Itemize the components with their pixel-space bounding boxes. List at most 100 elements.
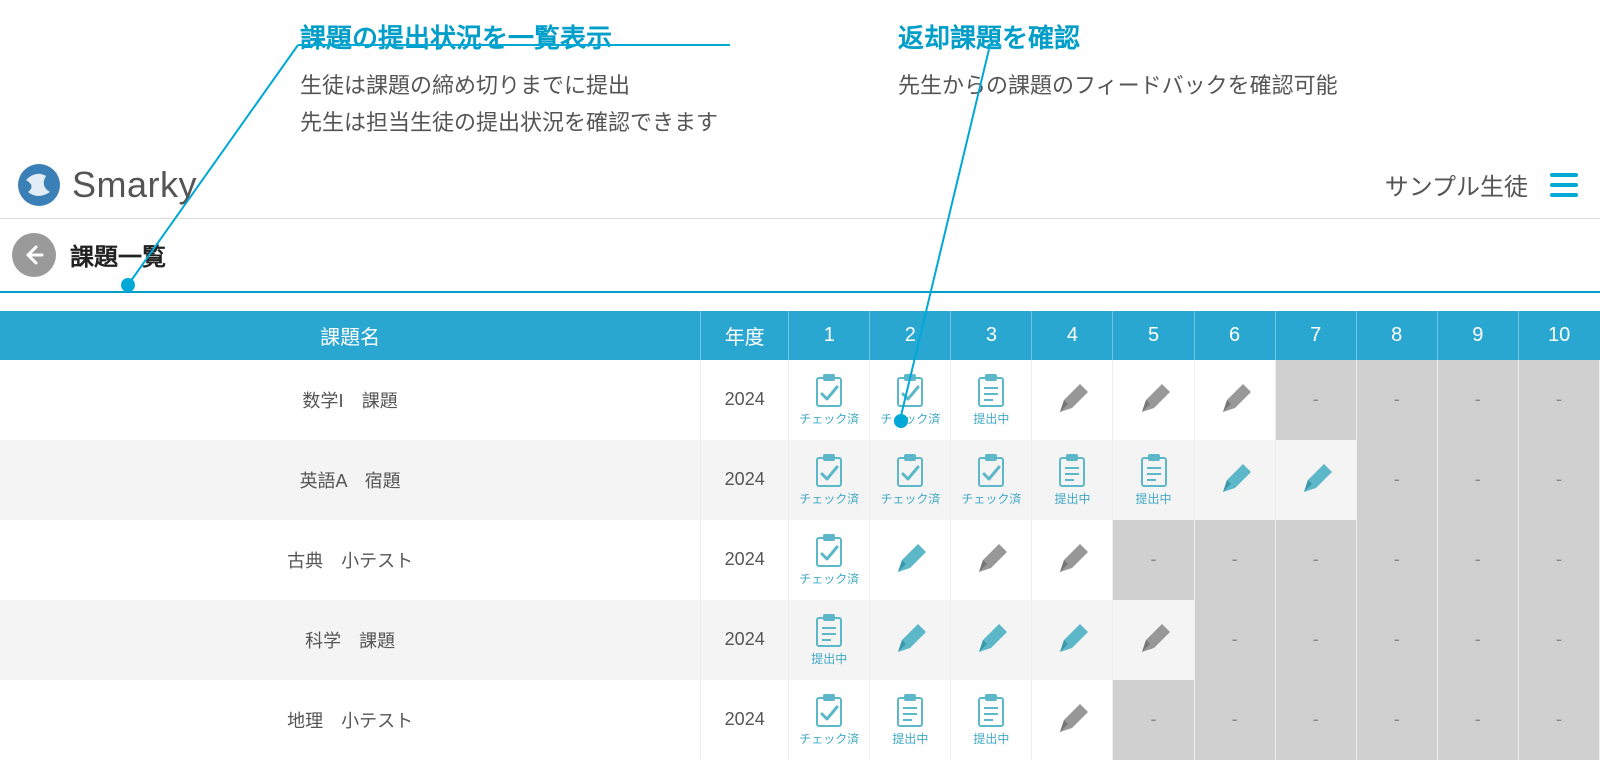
status-submitting-icon[interactable]: 提出中	[955, 372, 1027, 427]
status-label: チェック済	[799, 490, 859, 507]
status-checked-icon[interactable]: チェック済	[874, 452, 946, 507]
status-cell[interactable]: 提出中	[1032, 440, 1113, 520]
status-cell[interactable]	[1194, 440, 1275, 520]
annotation-right: 返却課題を確認 先生からの課題のフィードバックを確認可能	[898, 18, 1338, 142]
col-header-year: 年度	[701, 311, 789, 360]
status-cell[interactable]	[870, 600, 951, 680]
status-submitting-icon[interactable]: 提出中	[874, 692, 946, 747]
status-cell[interactable]	[870, 520, 951, 600]
app-header: Smarky サンプル生徒	[0, 152, 1600, 219]
page-bar: 課題一覧	[0, 219, 1600, 293]
edit-pencil-disabled-icon[interactable]	[1117, 382, 1189, 418]
annotations: 課題の提出状況を一覧表示 生徒は課題の締め切りまでに提出 先生は担当生徒の提出状…	[0, 0, 1600, 152]
status-cell[interactable]	[1275, 440, 1356, 520]
col-header-1: 1	[789, 311, 870, 360]
assignment-year: 2024	[701, 360, 789, 440]
status-cell: -	[1275, 680, 1356, 760]
back-button[interactable]	[12, 233, 56, 277]
assignment-name[interactable]: 地理 小テスト	[0, 680, 701, 760]
status-label: 提出中	[811, 650, 847, 667]
status-cell: -	[1437, 360, 1518, 440]
status-label: チェック済	[880, 490, 940, 507]
status-cell[interactable]	[1113, 600, 1194, 680]
status-cell[interactable]: 提出中	[870, 680, 951, 760]
status-cell[interactable]: 提出中	[951, 360, 1032, 440]
status-checked-icon[interactable]: チェック済	[955, 452, 1027, 507]
edit-pencil-icon[interactable]	[874, 542, 946, 578]
status-cell: -	[1437, 440, 1518, 520]
status-cell: -	[1356, 520, 1437, 600]
status-checked-icon[interactable]: チェック済	[793, 372, 865, 427]
status-cell[interactable]	[1032, 680, 1113, 760]
status-label: 提出中	[1136, 490, 1172, 507]
status-cell[interactable]	[1032, 600, 1113, 680]
status-cell[interactable]: チェック済	[951, 440, 1032, 520]
status-label: チェック済	[961, 490, 1021, 507]
status-submitting-icon[interactable]: 提出中	[793, 612, 865, 667]
edit-pencil-disabled-icon[interactable]	[955, 542, 1027, 578]
edit-pencil-disabled-icon[interactable]	[1036, 542, 1108, 578]
edit-pencil-disabled-icon[interactable]	[1117, 622, 1189, 658]
col-header-7: 7	[1275, 311, 1356, 360]
status-label: チェック済	[799, 410, 859, 427]
page-title: 課題一覧	[70, 237, 166, 272]
edit-pencil-icon[interactable]	[874, 622, 946, 658]
user-name: サンプル生徒	[1385, 167, 1528, 202]
status-cell: -	[1437, 600, 1518, 680]
menu-icon[interactable]	[1550, 173, 1578, 197]
status-cell: -	[1518, 440, 1599, 520]
status-checked-icon[interactable]: チェック済	[793, 532, 865, 587]
assignment-year: 2024	[701, 680, 789, 760]
status-cell: -	[1275, 360, 1356, 440]
logo[interactable]: Smarky	[16, 162, 197, 208]
edit-pencil-disabled-icon[interactable]	[1036, 702, 1108, 738]
annotation-left-body1: 生徒は課題の締め切りまでに提出	[300, 67, 718, 104]
status-cell[interactable]	[1032, 520, 1113, 600]
status-cell[interactable]	[951, 600, 1032, 680]
table-row: 英語A 宿題2024 チェック済 チェック済 チェック済 提出中 提出中 ---	[0, 440, 1600, 520]
edit-pencil-icon[interactable]	[955, 622, 1027, 658]
status-cell[interactable]	[951, 520, 1032, 600]
status-cell[interactable]: チェック済	[789, 680, 870, 760]
col-header-3: 3	[951, 311, 1032, 360]
status-label: 提出中	[973, 410, 1009, 427]
header-right: サンプル生徒	[1385, 167, 1578, 202]
status-cell: -	[1113, 680, 1194, 760]
status-checked-icon[interactable]: チェック済	[793, 452, 865, 507]
col-header-9: 9	[1437, 311, 1518, 360]
status-cell[interactable]: 提出中	[1113, 440, 1194, 520]
status-checked-icon[interactable]: チェック済	[793, 692, 865, 747]
edit-pencil-disabled-icon[interactable]	[1199, 382, 1271, 418]
status-checked-icon[interactable]: チェック済	[874, 372, 946, 427]
col-header-5: 5	[1113, 311, 1194, 360]
status-label: 提出中	[1054, 490, 1090, 507]
edit-pencil-icon[interactable]	[1280, 462, 1352, 498]
assignment-name[interactable]: 古典 小テスト	[0, 520, 701, 600]
status-cell[interactable]	[1194, 360, 1275, 440]
edit-pencil-icon[interactable]	[1199, 462, 1271, 498]
status-cell: -	[1356, 600, 1437, 680]
edit-pencil-disabled-icon[interactable]	[1036, 382, 1108, 418]
edit-pencil-icon[interactable]	[1036, 622, 1108, 658]
annotation-right-body1: 先生からの課題のフィードバックを確認可能	[898, 67, 1338, 104]
status-cell[interactable]: チェック済	[789, 520, 870, 600]
status-label: 提出中	[892, 730, 928, 747]
status-submitting-icon[interactable]: 提出中	[955, 692, 1027, 747]
annotation-right-title: 返却課題を確認	[898, 18, 1338, 55]
assignment-name[interactable]: 数学Ⅰ 課題	[0, 360, 701, 440]
status-cell[interactable]: 提出中	[789, 600, 870, 680]
status-cell[interactable]: 提出中	[951, 680, 1032, 760]
status-cell[interactable]: チェック済	[870, 360, 951, 440]
col-header-10: 10	[1518, 311, 1599, 360]
status-cell[interactable]: チェック済	[789, 360, 870, 440]
assignment-name[interactable]: 科学 課題	[0, 600, 701, 680]
status-cell[interactable]: チェック済	[789, 440, 870, 520]
assignment-name[interactable]: 英語A 宿題	[0, 440, 701, 520]
status-cell[interactable]	[1113, 360, 1194, 440]
status-cell: -	[1518, 360, 1599, 440]
status-cell[interactable]: チェック済	[870, 440, 951, 520]
status-submitting-icon[interactable]: 提出中	[1117, 452, 1189, 507]
status-cell: -	[1113, 520, 1194, 600]
status-cell[interactable]	[1032, 360, 1113, 440]
status-submitting-icon[interactable]: 提出中	[1036, 452, 1108, 507]
